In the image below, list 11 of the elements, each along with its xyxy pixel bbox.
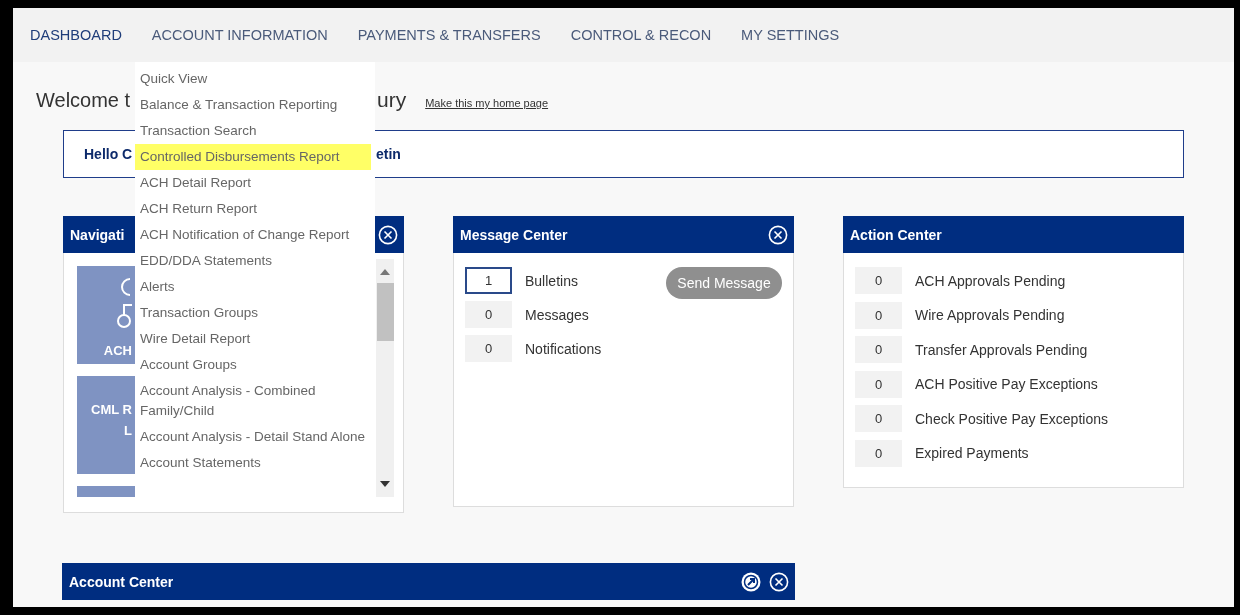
panel-title: Navigati (70, 226, 126, 243)
greeting-text: etin (376, 146, 401, 162)
tile-label: CML R (91, 402, 132, 417)
panel-title: Action Center (850, 226, 942, 243)
panel-title: Message Center (460, 226, 568, 243)
page-title: Welcome t (36, 89, 132, 112)
greeting-text: Hello C (84, 146, 134, 162)
tile-label: L (124, 423, 132, 438)
tile-label: ACH (103, 343, 132, 358)
page-title: ury (377, 88, 407, 112)
panel-title: Account Center (69, 573, 174, 590)
